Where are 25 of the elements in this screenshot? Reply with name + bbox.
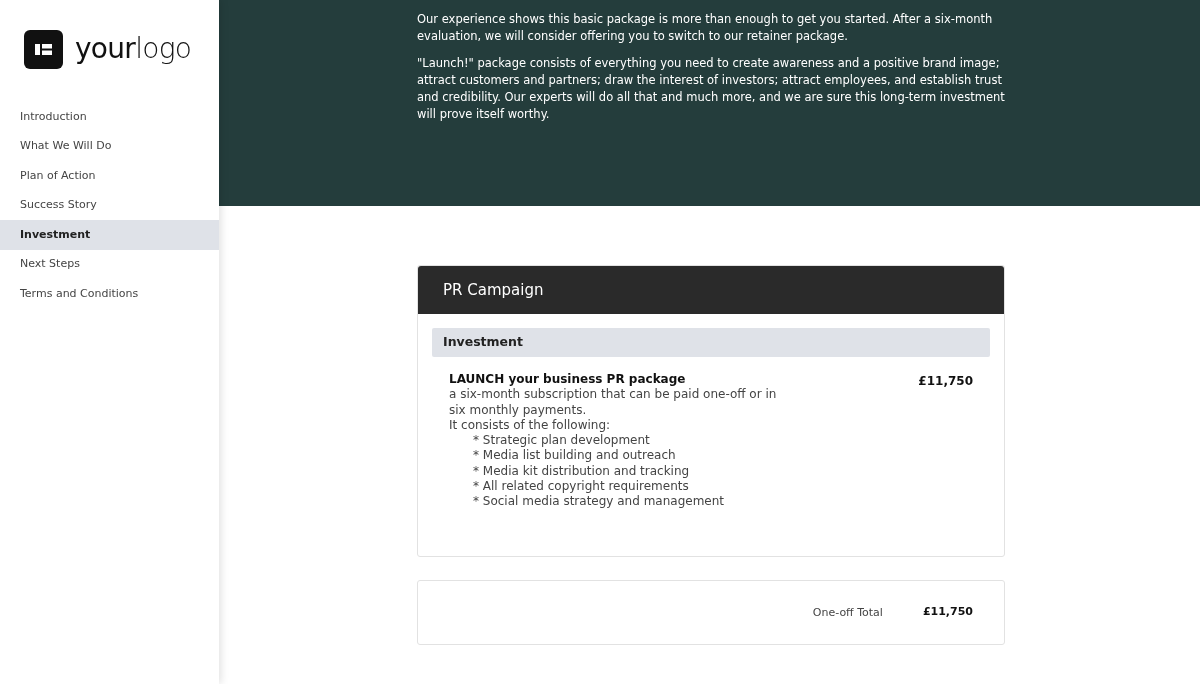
intro-paragraph: Our experience shows this basic package is more than enough to get you started. After a six-month evaluation, we will consider offering you to switch to our retainer package.	[417, 11, 994, 45]
item-bullet: * Media kit distribution and tracking	[472, 463, 691, 480]
nav-item[interactable]: Plan of Action	[0, 161, 219, 191]
nav-item[interactable]: Terms and Conditions	[0, 279, 219, 309]
total-label: One-off Total	[812, 605, 883, 622]
item-description: It consists of the following:	[449, 417, 612, 434]
item-bullet: * Strategic plan development	[472, 433, 651, 449]
item-price: £11,750	[918, 373, 973, 390]
nav-item[interactable]: What We Will Do	[0, 131, 219, 161]
section-title: Investment	[443, 333, 523, 352]
nav-item[interactable]: Introduction	[0, 102, 219, 132]
item-name: LAUNCH your business PR package	[449, 372, 687, 388]
item-description: a six-month subscription that can be paid one-off or in	[449, 387, 777, 403]
logo-text: yourlogo	[75, 31, 192, 67]
item-bullet: * All related copyright requirements	[472, 479, 690, 495]
card-title: PR Campaign	[443, 279, 544, 301]
item-description: six monthly payments.	[449, 402, 588, 418]
logo-icon	[24, 29, 63, 69]
item-bullet: * Media list building and outreach	[472, 448, 677, 464]
intro-paragraph: "Launch!" package consists of everything you need to create awareness and a positive brand image; attract customers and partners; draw the interest of investors; attract employees, and establish trust and credibility. Our experts will do all that and much more, and we are sure this long-term investment will prove itself worthy.	[417, 55, 1005, 123]
total-amount: £11,750	[922, 604, 973, 621]
item-bullet: * Social media strategy and management	[472, 494, 726, 510]
nav-item[interactable]: Investment	[0, 220, 219, 250]
nav-item[interactable]: Success Story	[0, 190, 219, 220]
nav-item[interactable]: Next Steps	[0, 249, 219, 279]
